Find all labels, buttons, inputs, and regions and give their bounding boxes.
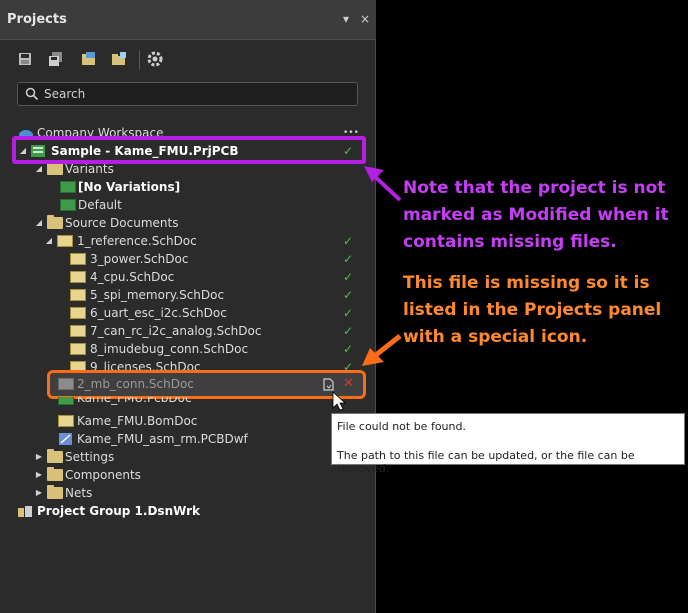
annotation-note-purple: Note that the project is not marked as M…: [403, 178, 669, 252]
file-not-found-tooltip: File could not be found. The path to thi…: [331, 413, 685, 475]
tooltip-line-1: File could not be found.: [337, 420, 466, 433]
tooltip-line-2: The path to this file can be updated, or…: [337, 449, 635, 475]
annotation-note-orange: This file is missing so it is listed in …: [403, 273, 662, 347]
